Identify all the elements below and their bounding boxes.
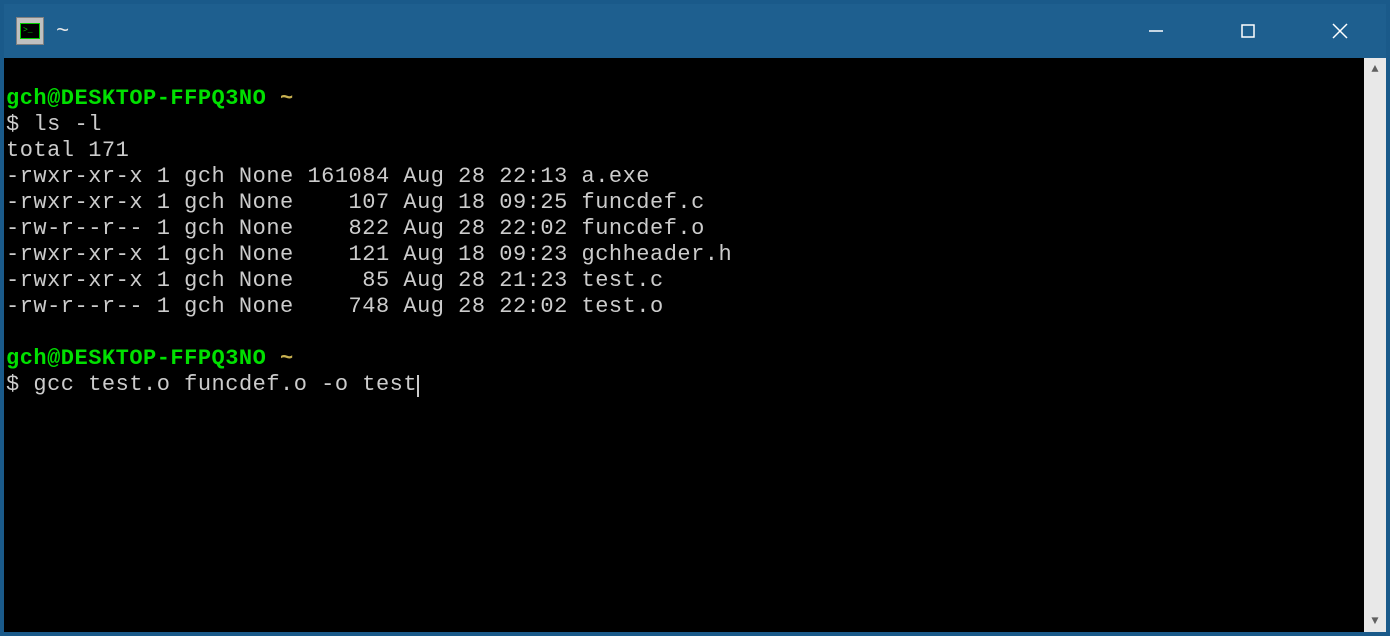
titlebar[interactable]: >_ ~: [4, 4, 1386, 58]
prompt-symbol: $: [6, 112, 20, 137]
output-line: -rwxr-xr-x 1 gch None 85 Aug 28 21:23 te…: [6, 268, 664, 293]
prompt-symbol: $: [6, 372, 20, 397]
scroll-down-arrow-icon[interactable]: ▼: [1364, 610, 1386, 632]
app-icon[interactable]: >_: [16, 17, 44, 45]
close-icon: [1330, 21, 1350, 41]
minimize-button[interactable]: [1110, 4, 1202, 58]
scroll-up-arrow-icon[interactable]: ▲: [1364, 58, 1386, 80]
current-command-text: gcc test.o funcdef.o -o test: [33, 372, 417, 397]
output-line: -rwxr-xr-x 1 gch None 121 Aug 18 09:23 g…: [6, 242, 732, 267]
prompt-path: ~: [280, 346, 294, 371]
scrollbar[interactable]: ▲ ▼: [1364, 58, 1386, 632]
prompt-path: ~: [280, 86, 294, 111]
prompt-user-host: gch@DESKTOP-FFPQ3NO: [6, 86, 266, 111]
maximize-icon: [1239, 22, 1257, 40]
output-line: total 171: [6, 138, 129, 163]
terminal-area: gch@DESKTOP-FFPQ3NO ~ $ ls -l total 171 …: [4, 58, 1386, 632]
terminal-window: >_ ~ gch@DESKTOP-FFPQ3NO ~ $ ls -l total…: [4, 4, 1386, 632]
output-line: -rw-r--r-- 1 gch None 748 Aug 28 22:02 t…: [6, 294, 664, 319]
command-text: ls -l: [33, 112, 102, 137]
prompt-user-host: gch@DESKTOP-FFPQ3NO: [6, 346, 266, 371]
minimize-icon: [1147, 22, 1165, 40]
window-controls: [1110, 4, 1386, 58]
terminal-output[interactable]: gch@DESKTOP-FFPQ3NO ~ $ ls -l total 171 …: [4, 58, 1364, 632]
text-cursor: [417, 375, 419, 397]
output-line: -rw-r--r-- 1 gch None 822 Aug 28 22:02 f…: [6, 216, 705, 241]
output-line: -rwxr-xr-x 1 gch None 161084 Aug 28 22:1…: [6, 164, 650, 189]
output-line: -rwxr-xr-x 1 gch None 107 Aug 18 09:25 f…: [6, 190, 705, 215]
window-title: ~: [56, 19, 69, 44]
close-button[interactable]: [1294, 4, 1386, 58]
maximize-button[interactable]: [1202, 4, 1294, 58]
